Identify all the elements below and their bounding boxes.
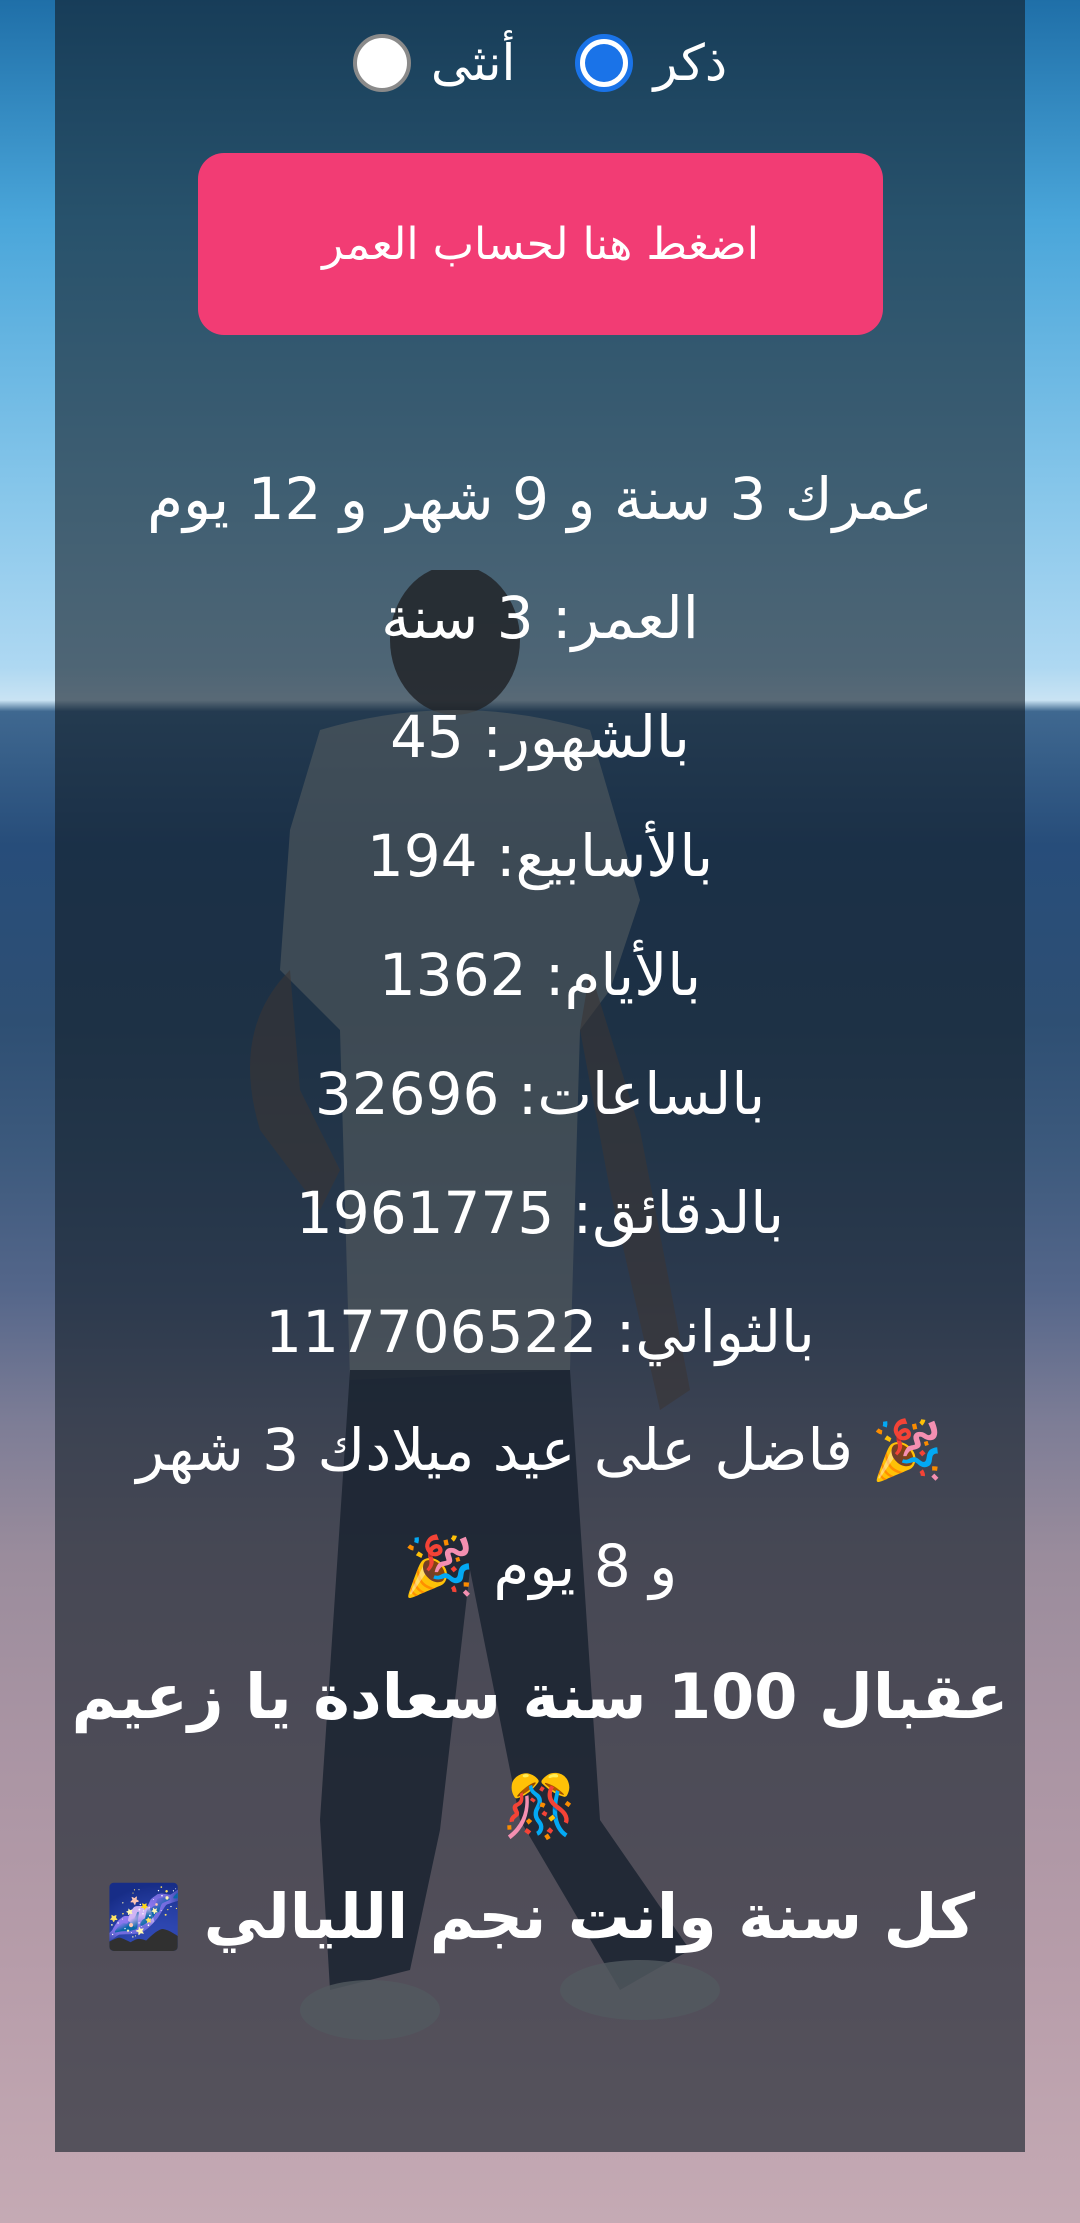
birthday-countdown-line2: و 8 يوم 🎉	[402, 1532, 678, 1600]
age-weeks: بالأسابيع: 194	[366, 822, 714, 890]
birthday-countdown: 🎉 فاضل على عيد ميلادك 3 شهر و 8 يوم 🎉	[120, 1392, 960, 1624]
wish-line1: عقبال 100 سنة سعادة يا زعيم	[71, 1660, 1009, 1733]
age-years: العمر: 3 سنة	[381, 584, 699, 652]
birthday-wish: عقبال 100 سنة سعادة يا زعيم 🎊 كل سنة وان…	[55, 1642, 1025, 1972]
gender-male-label: ذكر	[653, 34, 728, 92]
birthday-countdown-line1: 🎉 فاضل على عيد ميلادك 3 شهر	[136, 1416, 944, 1484]
age-results: عمرك 3 سنة و 9 شهر و 12 يوم العمر: 3 سنة…	[55, 440, 1025, 1972]
radio-female[interactable]	[352, 34, 411, 92]
age-hours: بالساعات: 32696	[314, 1060, 766, 1128]
age-days: بالأيام: 1362	[378, 941, 702, 1009]
confetti-icon: 🎊	[502, 1772, 578, 1842]
gender-option-male[interactable]: ذكر	[575, 34, 727, 92]
age-seconds: بالثواني: 117706522	[265, 1298, 815, 1366]
radio-male[interactable]	[575, 34, 634, 92]
gender-radio-group: ذكر أنثى	[55, 18, 1025, 108]
calculate-age-button[interactable]: اضغط هنا لحساب العمر	[198, 153, 883, 335]
age-months: بالشهور: 45	[390, 703, 690, 771]
wish-line3: كل سنة وانت نجم الليالي 🌌	[104, 1880, 976, 1953]
radio-selected-dot	[585, 44, 624, 82]
age-minutes: بالدقائق: 1961775	[295, 1179, 785, 1247]
gender-female-label: أنثى	[430, 34, 516, 92]
age-summary: عمرك 3 سنة و 9 شهر و 12 يوم	[147, 465, 933, 533]
gender-option-female[interactable]: أنثى	[352, 34, 516, 92]
